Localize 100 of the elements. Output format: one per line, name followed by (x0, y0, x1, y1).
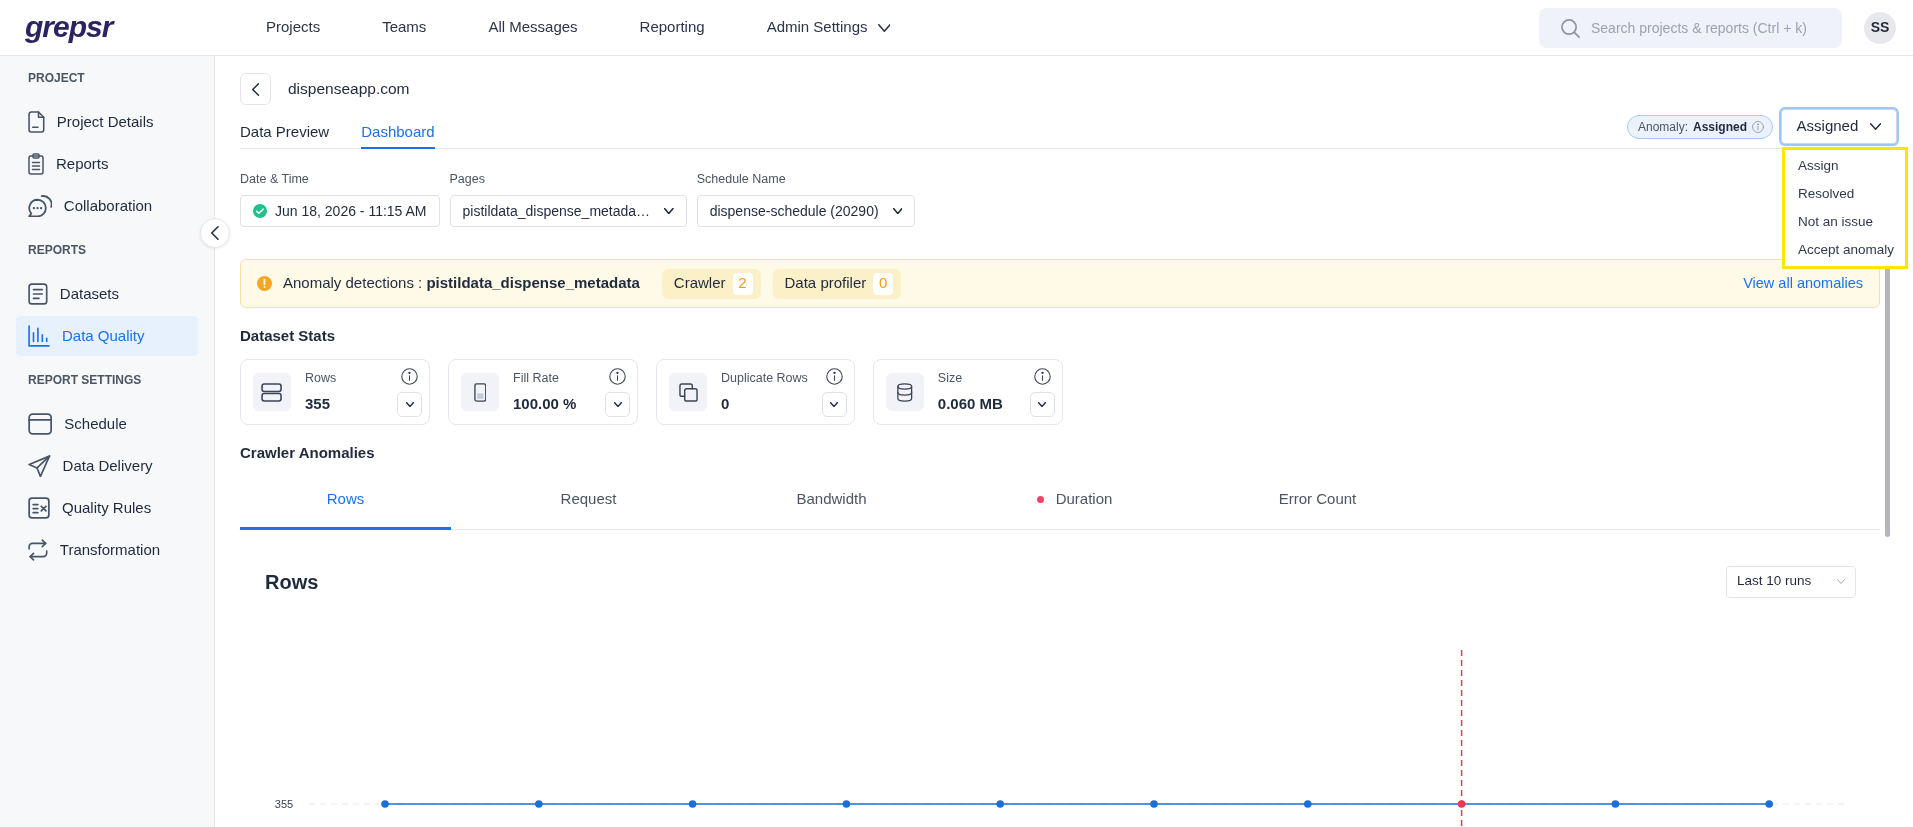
view-all-link[interactable]: View all anomalies (1743, 272, 1863, 295)
status-label: Anomaly: (1637, 118, 1688, 136)
chart-tab[interactable]: Bandwidth (726, 470, 937, 530)
chevron-down-icon (613, 401, 622, 407)
anomaly-source-chip[interactable]: Crawler 2 (661, 268, 761, 299)
sidebar-item[interactable]: Data Delivery (16, 446, 198, 486)
status-dropdown-button[interactable]: Assigned (1781, 109, 1897, 144)
tab[interactable]: Dashboard (361, 105, 435, 149)
anomaly-count: 2 (732, 272, 753, 295)
date-field[interactable]: Jun 18, 2026 - 11:15 AM (240, 195, 440, 227)
chat-icon (28, 195, 52, 217)
section-title: Dataset Stats (240, 326, 337, 346)
fill-level-icon (461, 373, 499, 411)
select-field[interactable]: pistildata_dispense_metada… (449, 195, 687, 227)
info-icon (609, 367, 626, 385)
expand-button[interactable] (605, 391, 630, 417)
sidebar-item[interactable]: Schedule (16, 404, 198, 444)
sidebar-item[interactable]: Reports (16, 144, 198, 184)
document-icon (28, 111, 45, 133)
warning-icon (257, 276, 272, 291)
chart-title: Rows (265, 569, 319, 595)
stat-label: Size (937, 370, 964, 386)
chevron-down-icon (1837, 579, 1845, 584)
clipboard-icon (28, 153, 44, 175)
field-label: Schedule Name (696, 171, 787, 187)
chevron-down-icon (830, 401, 839, 407)
page-title: dispenseapp.com (288, 79, 410, 100)
bar-chart-icon (28, 325, 50, 347)
sidebar-section-title: PROJECT (27, 70, 86, 87)
chevron-down-icon (1038, 401, 1047, 407)
select-field[interactable]: dispense-schedule (20290) (696, 195, 916, 227)
info-icon (1752, 120, 1764, 133)
anomaly-source-chip[interactable]: Data profiler 0 (772, 268, 902, 299)
stat-value: 355 (305, 394, 332, 414)
check-circle-icon (253, 204, 267, 218)
chevron-left-icon (251, 82, 260, 96)
tab[interactable]: Data Preview (240, 105, 330, 149)
database-icon (885, 373, 924, 411)
anomaly-count: 0 (873, 272, 894, 295)
sidebar-section-title: REPORTS (27, 242, 87, 259)
chevron-down-icon (892, 208, 903, 214)
chart-tab[interactable]: Error Count (1212, 470, 1423, 530)
chevron-down-icon (664, 208, 674, 214)
search-icon (1561, 18, 1580, 38)
field-label: Date & Time (240, 171, 310, 187)
expand-button[interactable] (397, 391, 422, 417)
nav-dropdown[interactable]: Admin Settings (766, 16, 891, 39)
user-avatar[interactable]: SS (1864, 11, 1896, 44)
status-value: Assigned (1693, 118, 1747, 136)
menu-item[interactable]: Accept anomaly (1785, 236, 1905, 264)
search-field[interactable]: Search projects & reports (Ctrl + k) (1539, 7, 1842, 48)
back-button[interactable] (240, 73, 271, 105)
chip-label: Crawler (673, 273, 726, 294)
stat-label: Fill Rate (513, 370, 560, 386)
chart-tab[interactable]: Rows (240, 470, 451, 530)
banner-text: Anomaly detections : pistildata_dispense_metadata (283, 273, 640, 294)
select-value: pistildata_dispense_metada… (462, 201, 651, 221)
nav-link[interactable]: Projects (266, 16, 321, 39)
repeat-icon (28, 539, 48, 561)
select-value: Last 10 runs (1737, 572, 1812, 591)
stat-label: Rows (305, 370, 338, 386)
sidebar-item[interactable]: Transformation (16, 530, 198, 570)
sidebar-item[interactable]: Collaboration (16, 186, 198, 226)
chevron-down-icon (405, 401, 414, 407)
scrollbar-thumb[interactable] (1885, 268, 1890, 537)
chevron-down-icon (877, 23, 891, 32)
section-title: Crawler Anomalies (240, 443, 376, 463)
chart-tab[interactable]: Duration (969, 470, 1180, 530)
copy-icon (669, 373, 707, 411)
nav-link[interactable]: Reporting (639, 16, 705, 39)
field-label: Pages (449, 171, 486, 187)
sidebar-item[interactable]: Data Quality (16, 316, 198, 356)
nav-link[interactable]: All Messages (488, 16, 578, 39)
range-select[interactable]: Last 10 runs (1726, 565, 1856, 598)
list-icon (28, 283, 48, 305)
sidebar-item[interactable]: Datasets (16, 274, 198, 314)
info-icon (825, 367, 843, 385)
select-value: dispense-schedule (20290) (709, 201, 879, 221)
chart-tab[interactable]: Request (483, 470, 694, 530)
send-icon (28, 455, 51, 477)
stat-value: 100.00 % (513, 394, 578, 414)
menu-item[interactable]: Assign (1785, 152, 1905, 180)
logo[interactable]: grepsr (25, 10, 113, 43)
sidebar-section-title: REPORT SETTINGS (27, 372, 143, 389)
info-icon (1033, 367, 1051, 385)
info-icon (401, 367, 418, 385)
menu-item[interactable]: Not an issue (1785, 208, 1905, 236)
sidebar-item[interactable]: Quality Rules (16, 488, 198, 528)
chevron-left-icon (211, 226, 219, 240)
chip-label: Data profiler (784, 273, 867, 294)
expand-button[interactable] (821, 391, 847, 417)
expand-button[interactable] (1029, 391, 1055, 417)
sidebar-item[interactable]: Project Details (16, 102, 198, 142)
checklist-icon (28, 497, 50, 519)
y-axis-label: 355 (274, 797, 294, 810)
menu-item[interactable]: Resolved (1785, 180, 1905, 208)
chevron-down-icon (1870, 123, 1882, 130)
nav-link[interactable]: Teams (382, 16, 427, 39)
stat-label: Duplicate Rows (721, 370, 808, 386)
calendar-icon (28, 413, 53, 435)
